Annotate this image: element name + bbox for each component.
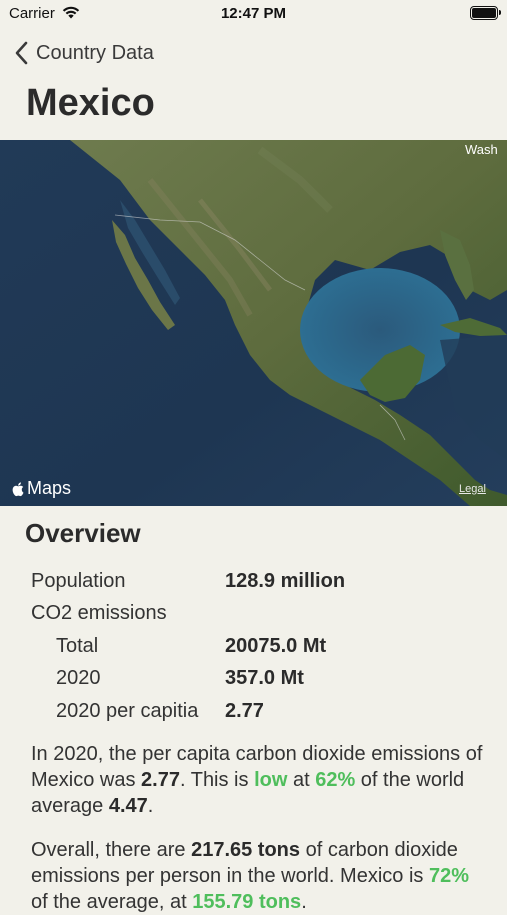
page-title: Mexico <box>26 82 155 124</box>
highlight-value: low <box>254 769 288 791</box>
text-run: . This is <box>179 769 255 791</box>
highlight-value: 72% <box>428 865 469 887</box>
stat-label: 2020 <box>56 667 101 690</box>
battery-icon <box>470 6 501 20</box>
text-run: . <box>301 891 307 913</box>
map-place-label: Wash <box>465 142 498 157</box>
bold-value: 4.47 <box>108 795 148 817</box>
stat-value: 2.77 <box>225 699 264 722</box>
status-bar: Carrier 12:47 PM <box>0 0 507 28</box>
text-run: . <box>147 795 154 817</box>
stat-row-2020: 2020 357.0 Mt <box>31 663 345 696</box>
stat-row-total: Total 20075.0 Mt <box>31 630 345 663</box>
stats-list: Population 128.9 million CO2 emissions T… <box>31 565 345 728</box>
stat-label: 2020 per capitia <box>56 699 199 722</box>
text-run: Overall, there are <box>31 839 192 861</box>
stat-row-population: Population 128.9 million <box>31 565 345 598</box>
back-button[interactable]: Country Data <box>14 38 154 68</box>
text-run: of the average, at <box>31 891 193 913</box>
highlight-value: 62% <box>315 769 356 791</box>
maps-attribution: Maps <box>12 478 71 499</box>
legal-link[interactable]: Legal <box>459 483 486 495</box>
clock: 12:47 PM <box>220 5 287 22</box>
stat-label: Total <box>56 634 99 657</box>
overview-heading: Overview <box>25 518 141 548</box>
text-run: at <box>287 769 316 791</box>
maps-label: Maps <box>27 478 72 498</box>
back-button-label: Country Data <box>36 41 154 64</box>
stat-label: CO2 emissions <box>31 602 167 625</box>
per-capita-paragraph: In 2020, the per capita carbon dioxide e… <box>31 741 491 819</box>
bold-value: 2.77 <box>141 769 180 791</box>
bold-value: 217.65 tons <box>191 839 301 861</box>
stat-label: Population <box>31 569 126 592</box>
stat-row-co2: CO2 emissions <box>31 598 345 631</box>
overall-paragraph: Overall, there are 217.65 tons of carbon… <box>31 837 491 915</box>
map-view[interactable] <box>0 140 507 506</box>
highlight-value: 155.79 tons <box>192 891 302 913</box>
stat-value: 20075.0 Mt <box>225 634 327 657</box>
chevron-left-icon <box>15 41 28 65</box>
stat-value: 128.9 million <box>225 569 346 592</box>
stat-row-per-capita: 2020 per capitia 2.77 <box>31 695 345 728</box>
stat-value: 357.0 Mt <box>225 667 304 690</box>
apple-logo-icon <box>12 481 24 496</box>
